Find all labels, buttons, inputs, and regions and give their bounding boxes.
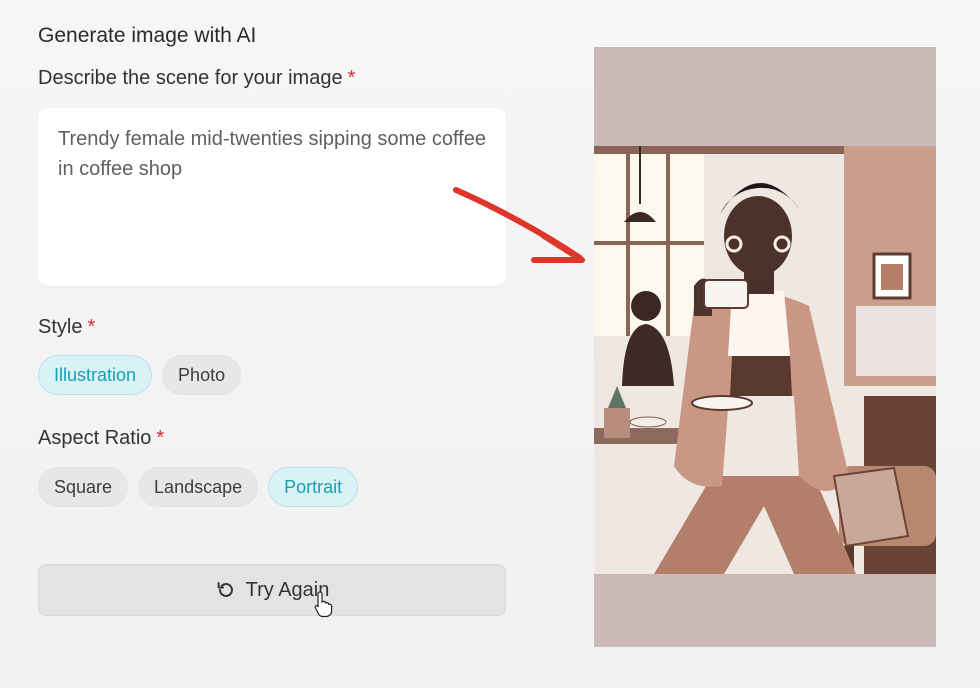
aspect-option-landscape[interactable]: Landscape xyxy=(138,467,259,507)
style-option-illustration[interactable]: Illustration xyxy=(38,355,153,395)
prompt-label: Describe the scene for your image * xyxy=(38,67,356,89)
generated-image xyxy=(594,146,936,574)
required-marker: * xyxy=(347,67,356,89)
required-marker: * xyxy=(87,316,96,338)
aspect-ratio-options: Square Landscape Portrait xyxy=(38,467,359,507)
hand-pointer-icon xyxy=(314,591,333,618)
prompt-textarea[interactable]: Trendy female mid-twenties sipping some … xyxy=(38,108,506,286)
style-options: Illustration Photo xyxy=(38,355,242,395)
aspect-ratio-label: Aspect Ratio * xyxy=(38,427,165,449)
red-arrow-icon xyxy=(453,187,585,263)
refresh-icon xyxy=(217,582,233,597)
aspect-option-square[interactable]: Square xyxy=(38,467,129,507)
page-title: Generate image with AI xyxy=(38,24,257,47)
style-label: Style * xyxy=(38,316,96,338)
style-option-photo[interactable]: Photo xyxy=(162,355,242,395)
try-again-button[interactable]: Try Again xyxy=(38,564,506,616)
aspect-option-portrait[interactable]: Portrait xyxy=(268,467,359,507)
required-marker: * xyxy=(156,427,165,449)
